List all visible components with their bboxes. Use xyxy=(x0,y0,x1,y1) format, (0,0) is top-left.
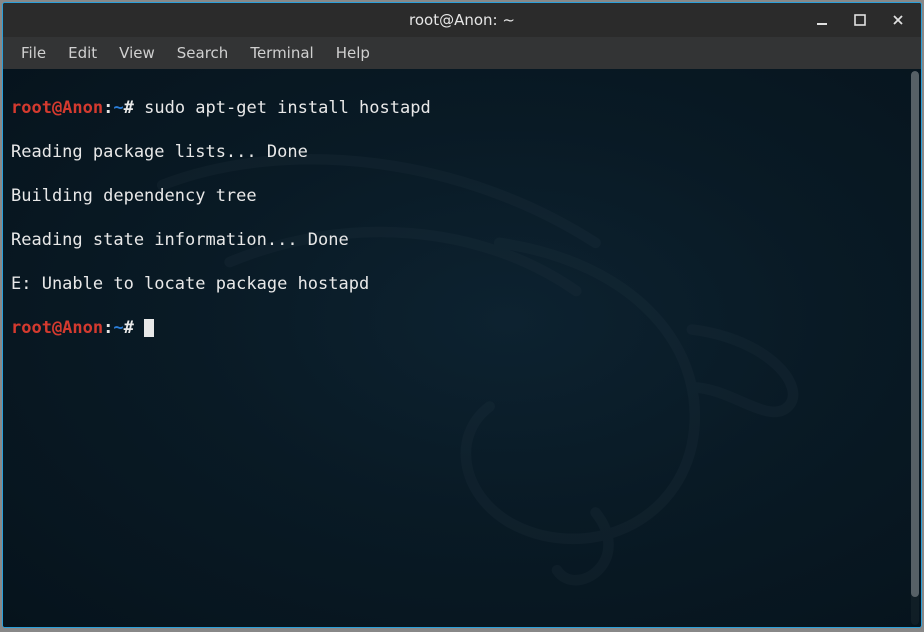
prompt-symbol: # xyxy=(124,318,134,338)
prompt-path: ~ xyxy=(113,98,123,118)
terminal-line: root@Anon:~# sudo apt-get install hostap… xyxy=(11,97,913,119)
maximize-button[interactable] xyxy=(843,6,877,34)
terminal-output-line: Reading package lists... Done xyxy=(11,141,913,163)
prompt-user: root@Anon xyxy=(11,98,103,118)
terminal-output-line: Reading state information... Done xyxy=(11,229,913,251)
command-text: sudo apt-get install hostapd xyxy=(144,98,431,118)
prompt-symbol: # xyxy=(124,98,134,118)
menubar: File Edit View Search Terminal Help xyxy=(3,37,921,69)
menu-view[interactable]: View xyxy=(109,40,165,66)
maximize-icon xyxy=(853,13,867,27)
terminal-text: root@Anon:~# sudo apt-get install hostap… xyxy=(3,69,921,389)
prompt-separator: : xyxy=(103,318,113,338)
scrollbar[interactable] xyxy=(911,71,919,625)
window-controls xyxy=(805,3,915,37)
scrollbar-thumb[interactable] xyxy=(911,71,919,597)
minimize-icon xyxy=(815,13,829,27)
window-title: root@Anon: ~ xyxy=(3,11,921,29)
menu-edit[interactable]: Edit xyxy=(58,40,107,66)
minimize-button[interactable] xyxy=(805,6,839,34)
prompt-path: ~ xyxy=(113,318,123,338)
prompt-user: root@Anon xyxy=(11,318,103,338)
menu-terminal[interactable]: Terminal xyxy=(240,40,323,66)
terminal-output-line: Building dependency tree xyxy=(11,185,913,207)
menu-help[interactable]: Help xyxy=(326,40,380,66)
titlebar[interactable]: root@Anon: ~ xyxy=(3,3,921,37)
cursor xyxy=(144,319,154,337)
close-icon xyxy=(891,13,905,27)
menu-file[interactable]: File xyxy=(11,40,56,66)
menu-search[interactable]: Search xyxy=(167,40,239,66)
close-button[interactable] xyxy=(881,6,915,34)
terminal-output-line: E: Unable to locate package hostapd xyxy=(11,273,913,295)
terminal-line: root@Anon:~# xyxy=(11,317,913,339)
prompt-separator: : xyxy=(103,98,113,118)
terminal-area[interactable]: root@Anon:~# sudo apt-get install hostap… xyxy=(3,69,921,627)
terminal-window: root@Anon: ~ File Edit View xyxy=(2,2,922,628)
